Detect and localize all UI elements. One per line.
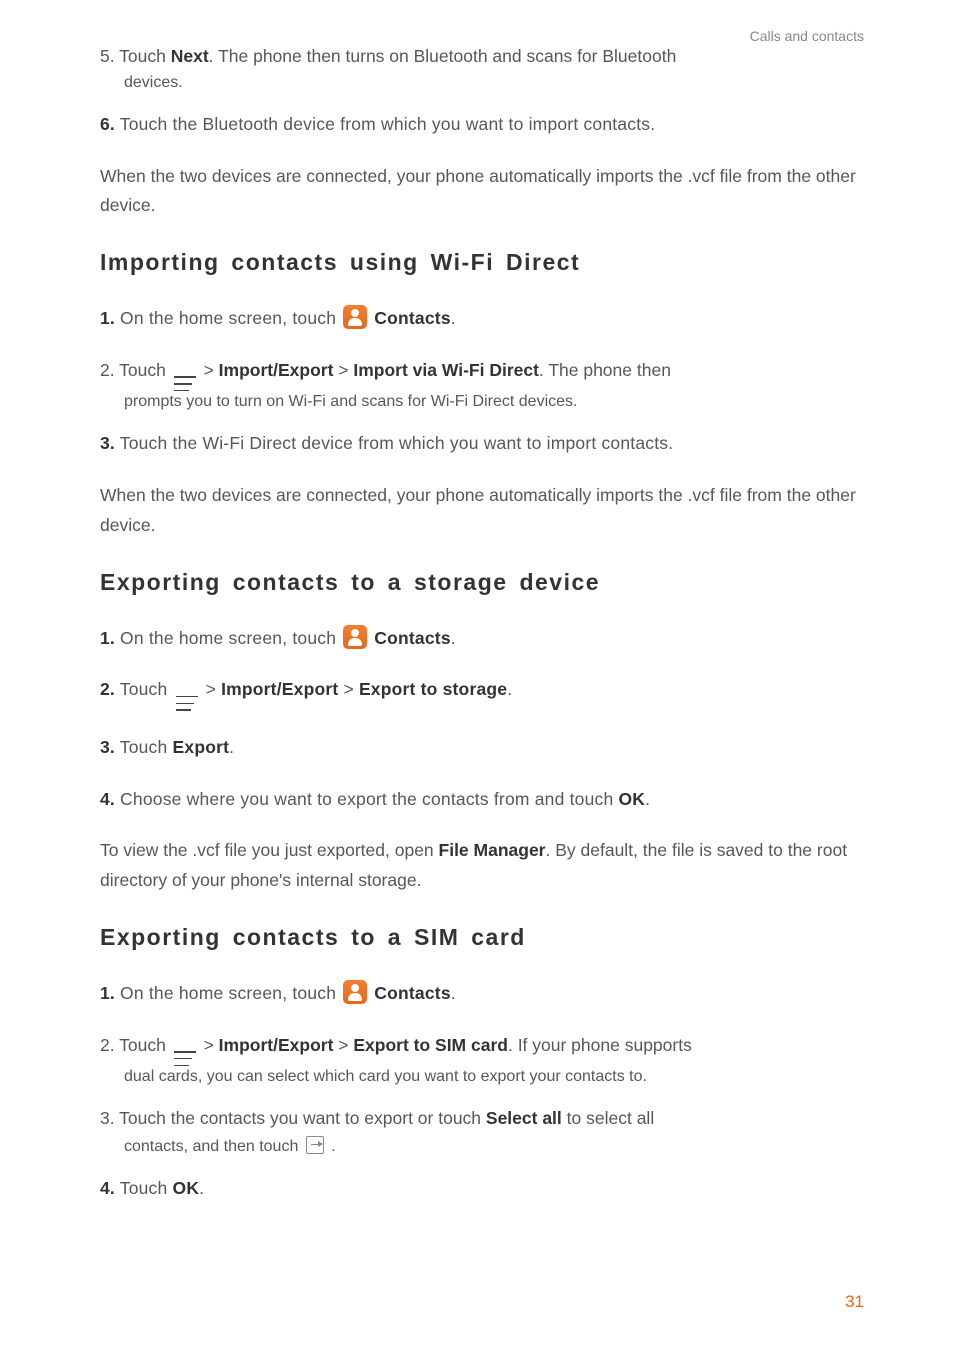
step-text: . (199, 1178, 204, 1198)
step-text: . (507, 679, 512, 699)
contacts-icon (343, 625, 367, 649)
paragraph: When the two devices are connected, your… (100, 162, 864, 222)
menu-icon (174, 376, 196, 391)
step-1: 1. On the home screen, touch Contacts. (100, 979, 864, 1009)
step-text: Touch (115, 1035, 171, 1055)
para-text: To view the .vcf file you just exported,… (100, 840, 439, 860)
step-text: Touch (115, 1178, 173, 1198)
step-text-indent: dual cards, you can select which card yo… (100, 1068, 864, 1086)
step-text: Choose where you want to export the cont… (115, 789, 618, 809)
step-number: 6. (100, 114, 115, 134)
step-number: 3. (100, 737, 115, 757)
step-text: . The phone then (539, 360, 671, 380)
step-text: to select all (562, 1108, 654, 1128)
step-number: 3. (100, 1108, 115, 1128)
bold: Export to SIM card (353, 1035, 508, 1055)
bold: Import/Export (219, 1035, 334, 1055)
bold: OK (618, 789, 645, 809)
step-number: 2. (100, 679, 115, 699)
step-number: 1. (100, 308, 115, 328)
step-number: 4. (100, 1178, 115, 1198)
bold: File Manager (439, 840, 546, 860)
step-3: 3. Touch the Wi-Fi Direct device from wh… (100, 429, 864, 459)
step-number: 2. (100, 360, 115, 380)
bold: Export to storage (359, 679, 507, 699)
step-4: 4. Touch OK. (100, 1174, 864, 1204)
step-number: 2. (100, 1035, 115, 1055)
step-2: 2. Touch > Import/Export > Export to sto… (100, 675, 864, 711)
step-text: . (229, 737, 234, 757)
step-1: 1. On the home screen, touch Contacts. (100, 624, 864, 654)
bold: OK (173, 1178, 200, 1198)
sep: > (201, 679, 222, 699)
page-number: 31 (845, 1292, 864, 1312)
indent-text: . (327, 1138, 336, 1155)
heading-wifi-direct: Importing contacts using Wi-Fi Direct (100, 249, 864, 276)
step-text: Touch (115, 737, 173, 757)
step-text: Touch (115, 360, 171, 380)
step-2: 2. Touch > Import/Export > Export to SIM… (100, 1031, 864, 1087)
step-3: 3. Touch Export. (100, 733, 864, 763)
step-text: Touch the Bluetooth device from which yo… (115, 114, 655, 134)
step-2: 2. Touch > Import/Export > Import via Wi… (100, 356, 864, 412)
step-text: On the home screen, touch (115, 983, 341, 1003)
step-text: Touch (115, 46, 171, 66)
sep: > (338, 679, 359, 699)
step-text: . (645, 789, 650, 809)
bold: Import/Export (221, 679, 338, 699)
step-text: . (451, 308, 456, 328)
step-number: 3. (100, 433, 115, 453)
step-text: . (451, 983, 456, 1003)
step-5: 5. Touch Next. The phone then turns on B… (100, 42, 864, 92)
sep: > (333, 1035, 353, 1055)
step-number: 1. (100, 983, 115, 1003)
bold: Export (173, 737, 230, 757)
menu-icon (174, 1051, 196, 1066)
bold: Import/Export (219, 360, 334, 380)
paragraph: When the two devices are connected, your… (100, 481, 864, 541)
step-4: 4. Choose where you want to export the c… (100, 785, 864, 815)
header-breadcrumb: Calls and contacts (750, 28, 864, 44)
step-6: 6. Touch the Bluetooth device from which… (100, 110, 864, 140)
sep: > (199, 1035, 219, 1055)
step-3: 3. Touch the contacts you want to export… (100, 1104, 864, 1156)
bold-contacts: Contacts (374, 983, 450, 1003)
step-text: On the home screen, touch (115, 308, 341, 328)
step-text: Touch the contacts you want to export or… (115, 1108, 486, 1128)
step-text: On the home screen, touch (115, 628, 341, 648)
step-number: 4. (100, 789, 115, 809)
bold-contacts: Contacts (374, 308, 450, 328)
step-text-indent: contacts, and then touch . (100, 1136, 864, 1156)
bold: Import via Wi-Fi Direct (353, 360, 539, 380)
step-number: 1. (100, 628, 115, 648)
step-text: . The phone then turns on Bluetooth and … (209, 46, 677, 66)
export-icon (306, 1136, 324, 1154)
sep: > (199, 360, 219, 380)
contacts-icon (343, 980, 367, 1004)
menu-icon (176, 696, 198, 711)
heading-export-sim: Exporting contacts to a SIM card (100, 924, 864, 951)
bold: Select all (486, 1108, 562, 1128)
step-number: 5. (100, 46, 115, 66)
step-text-indent: prompts you to turn on Wi-Fi and scans f… (100, 393, 864, 411)
indent-text: contacts, and then touch (124, 1138, 303, 1155)
bold-contacts: Contacts (374, 628, 450, 648)
step-text: . (451, 628, 456, 648)
bold-next: Next (171, 46, 209, 66)
paragraph: To view the .vcf file you just exported,… (100, 836, 864, 896)
step-text: Touch (115, 679, 173, 699)
step-text: Touch the Wi-Fi Direct device from which… (115, 433, 673, 453)
contacts-icon (343, 305, 367, 329)
step-text-indent: devices. (100, 74, 864, 92)
step-1: 1. On the home screen, touch Contacts. (100, 304, 864, 334)
sep: > (333, 360, 353, 380)
heading-export-storage: Exporting contacts to a storage device (100, 569, 864, 596)
step-text: . If your phone supports (508, 1035, 692, 1055)
